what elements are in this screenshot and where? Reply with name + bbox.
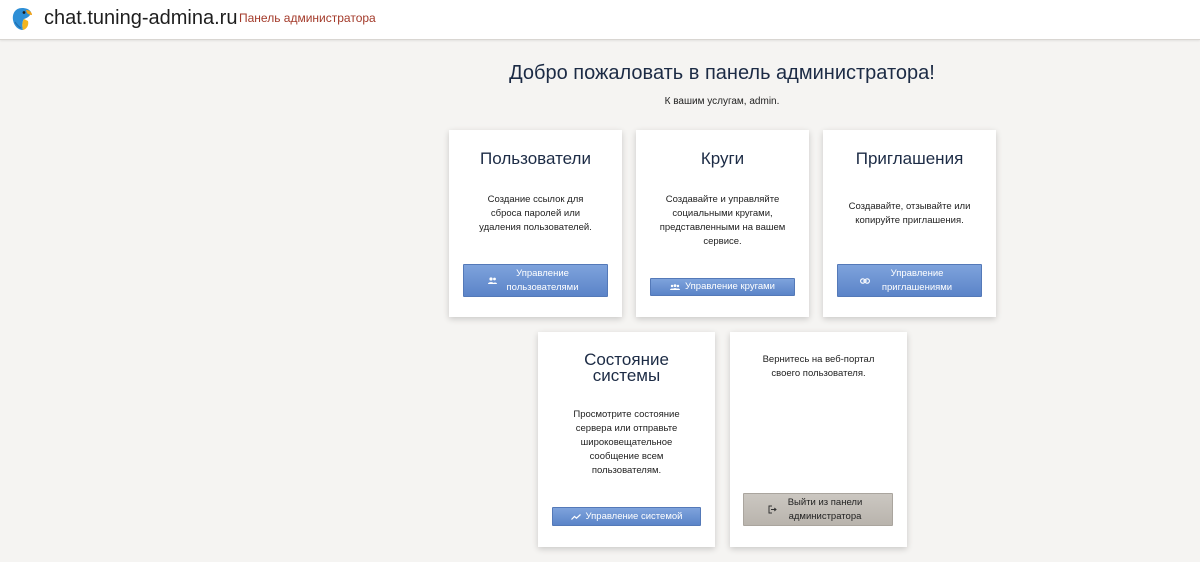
manage-invites-button[interactable]: Управление приглашениями xyxy=(837,264,982,297)
manage-users-button[interactable]: Управление пользователями xyxy=(463,264,608,297)
admin-panel-link[interactable]: Панель администратора xyxy=(239,11,376,25)
logout-icon xyxy=(768,505,777,514)
card-system: Состояние системы Просмотрите состояние … xyxy=(538,332,715,547)
card-circles-title: Круги xyxy=(700,149,745,168)
card-circles-description: Создавайте и управляйте социальными круг… xyxy=(659,194,786,247)
card-invites: Приглашения Создавайте, отзывайте или ко… xyxy=(823,130,996,317)
exit-admin-button-label: Выйти из панели администратора xyxy=(787,496,863,522)
parrot-logo-icon[interactable] xyxy=(10,6,34,32)
card-users-title: Пользователи xyxy=(480,149,591,168)
manage-system-button-label: Управление системой xyxy=(585,510,683,522)
manage-circles-button[interactable]: Управление кругами xyxy=(650,278,795,296)
users-icon xyxy=(487,277,497,284)
groups-icon xyxy=(670,284,681,290)
manage-system-button[interactable]: Управление системой xyxy=(552,507,701,526)
card-circles: Круги Создавайте и управляйте социальным… xyxy=(636,130,809,317)
card-invites-title: Приглашения xyxy=(855,149,964,168)
site-title-link[interactable]: chat.tuning-admina.ru xyxy=(44,7,237,30)
exit-admin-button[interactable]: Выйти из панели администратора xyxy=(743,493,893,526)
link-icon xyxy=(860,277,870,284)
card-system-title: Состояние системы xyxy=(584,350,669,385)
card-invites-description: Создавайте, отзывайте или копируйте приг… xyxy=(848,201,971,226)
top-bar: chat.tuning-admina.ru Панель администрат… xyxy=(0,0,1200,40)
manage-users-button-label: Управление пользователями xyxy=(506,267,579,293)
card-exit: Вернитесь на веб-портал своего пользоват… xyxy=(730,332,907,547)
card-exit-description: Вернитесь на веб-портал своего пользоват… xyxy=(762,354,875,379)
manage-circles-button-label: Управление кругами xyxy=(685,281,775,292)
manage-invites-button-label: Управление приглашениями xyxy=(881,267,953,293)
chart-icon xyxy=(570,513,581,520)
page-title: Добро пожаловать в панель администратора… xyxy=(509,62,935,84)
welcome-subtitle: К вашим услугам, admin. xyxy=(664,96,780,107)
card-users: Пользователи Создание ссылок для сброса … xyxy=(449,130,622,317)
card-users-description: Создание ссылок для сброса паролей или у… xyxy=(479,194,592,233)
card-system-description: Просмотрите состояние сервера или отправ… xyxy=(573,409,680,476)
